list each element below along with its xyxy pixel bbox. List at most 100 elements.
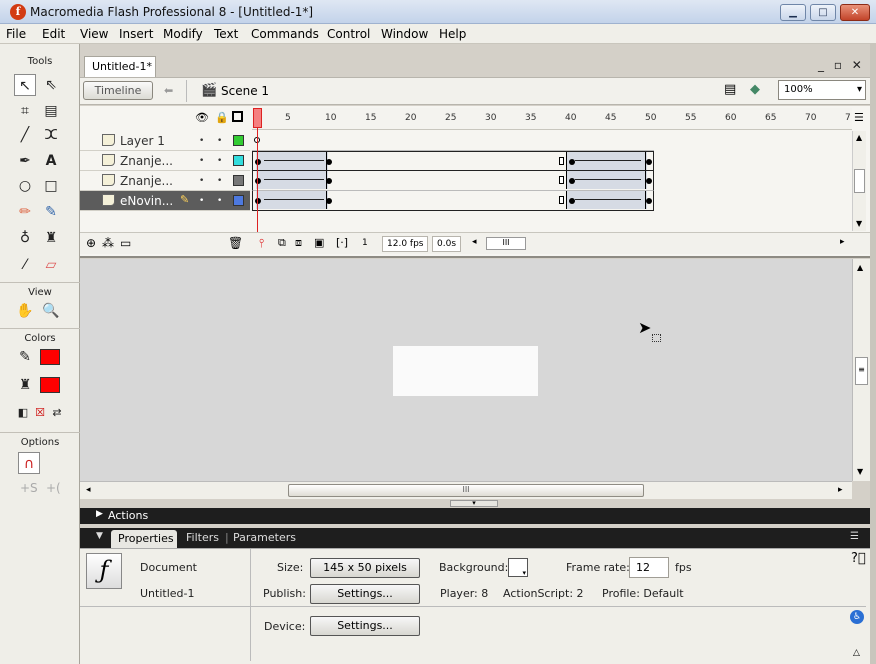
menu-commands[interactable]: Commands <box>251 27 319 41</box>
stage[interactable] <box>393 346 538 396</box>
timeline-menu-icon[interactable]: ☰ <box>854 111 864 124</box>
zoom-select[interactable]: 100% ▾ <box>778 80 866 100</box>
device-settings-button[interactable]: Settings... <box>310 616 420 636</box>
frame-row[interactable] <box>252 151 654 171</box>
stage-hscroll-thumb[interactable]: III <box>288 484 644 497</box>
visibility-dot[interactable]: • <box>199 136 204 146</box>
layer-color-swatch[interactable] <box>233 195 244 206</box>
motion-tween[interactable] <box>256 171 328 189</box>
eye-icon[interactable]: 👁 <box>195 111 209 124</box>
delete-layer-icon[interactable]: 🗑 <box>228 236 243 250</box>
brush-tool-icon[interactable]: ✎ <box>40 201 62 223</box>
layer-color-swatch[interactable] <box>233 155 244 166</box>
fill-color-swatch[interactable] <box>40 377 60 393</box>
menu-view[interactable]: View <box>80 27 108 41</box>
subselection-tool-icon[interactable]: ⇖ <box>40 74 62 96</box>
document-window-controls[interactable]: _ ▫ ✕ <box>818 58 865 72</box>
motion-tween[interactable] <box>256 152 328 170</box>
keyframe[interactable] <box>646 178 652 184</box>
text-tool-icon[interactable]: A <box>40 150 62 172</box>
lock-dot[interactable]: • <box>217 136 222 146</box>
end-frame[interactable] <box>559 176 564 184</box>
menu-file[interactable]: File <box>6 27 26 41</box>
collapse-panel-icon[interactable]: △ <box>853 648 860 658</box>
playhead[interactable] <box>253 108 262 128</box>
end-frame[interactable] <box>559 157 564 165</box>
selection-tool-icon[interactable]: ↖ <box>14 74 36 96</box>
keyframe[interactable] <box>569 178 575 184</box>
end-frame[interactable] <box>559 196 564 204</box>
pencil-tool-icon[interactable]: ✏ <box>14 201 36 223</box>
motion-tween[interactable] <box>567 152 647 170</box>
menu-window[interactable]: Window <box>381 27 428 41</box>
insert-layer-icon[interactable]: ⊕ <box>86 236 96 250</box>
menu-edit[interactable]: Edit <box>42 27 65 41</box>
lock-dot[interactable]: • <box>217 176 222 186</box>
frame-ruler[interactable]: 1 5 10 15 20 25 30 35 40 45 50 55 60 65 … <box>252 108 852 130</box>
edit-symbols-icon[interactable]: ◆ <box>750 82 760 97</box>
lock-dot[interactable]: • <box>217 156 222 166</box>
lock-icon[interactable]: 🔒 <box>215 111 229 124</box>
paint-bucket-tool-icon[interactable]: ♜ <box>40 227 62 249</box>
swap-colors-icon[interactable]: ⇄ <box>46 402 68 424</box>
document-size-button[interactable]: 145 x 50 pixels <box>310 558 420 578</box>
stage-vertical-scrollbar[interactable]: ▲ ≡ ▼ <box>852 259 870 481</box>
keyframe[interactable] <box>255 198 261 204</box>
close-window-button[interactable]: ✕ <box>840 4 870 21</box>
help-icon[interactable]: ?⃝ <box>851 551 866 566</box>
layer-row[interactable]: Znanje... • • <box>80 151 250 171</box>
tab-filters[interactable]: Filters <box>186 531 219 544</box>
lock-dot[interactable]: • <box>217 196 222 206</box>
frame-row[interactable] <box>252 171 654 191</box>
oval-tool-icon[interactable]: ○ <box>14 175 36 197</box>
ink-bottle-tool-icon[interactable]: ♁ <box>14 227 36 249</box>
edit-multiple-frames-icon[interactable]: ▣ <box>314 236 324 249</box>
scroll-thumb[interactable] <box>854 169 865 193</box>
menu-help[interactable]: Help <box>439 27 466 41</box>
visibility-dot[interactable]: • <box>199 156 204 166</box>
hand-tool-icon[interactable]: ✋ <box>14 300 36 322</box>
zoom-tool-icon[interactable]: 🔍 <box>40 300 62 322</box>
minimize-button[interactable]: ▁ <box>780 4 806 21</box>
layer-row[interactable]: Znanje... • • <box>80 171 250 191</box>
motion-tween[interactable] <box>567 191 647 209</box>
onion-skin-icon[interactable]: ⧉ <box>278 236 286 250</box>
timeline-toggle-button[interactable]: Timeline <box>83 81 153 100</box>
actions-panel-header[interactable]: ▶ Actions <box>80 508 870 524</box>
frame-row[interactable] <box>252 131 654 151</box>
back-arrow-icon[interactable]: ⬅ <box>164 84 173 97</box>
eraser-tool-icon[interactable]: ▱ <box>40 254 62 276</box>
layer-row[interactable]: Layer 1 • • <box>80 131 250 151</box>
scroll-left-icon[interactable]: ◂ <box>86 485 91 495</box>
timeline-hscroll-thumb[interactable]: III <box>486 237 526 250</box>
line-tool-icon[interactable]: ╱ <box>14 124 36 146</box>
timeline-vertical-scrollbar[interactable]: ▲ ▼ <box>852 131 866 231</box>
scroll-left-icon[interactable]: ◂ <box>472 237 477 247</box>
add-guide-layer-icon[interactable]: ⁂ <box>102 236 114 250</box>
onion-outlines-icon[interactable]: ⧈ <box>295 236 302 250</box>
maximize-button[interactable]: □ <box>810 4 836 21</box>
scroll-up-icon[interactable]: ▲ <box>856 133 862 142</box>
menu-modify[interactable]: Modify <box>163 27 203 41</box>
document-tab[interactable]: Untitled-1* <box>84 56 156 77</box>
menu-text[interactable]: Text <box>214 27 238 41</box>
eyedropper-tool-icon[interactable]: ⁄ <box>14 254 36 276</box>
fill-transform-tool-icon[interactable]: ▤ <box>40 100 62 122</box>
background-color-swatch[interactable]: ▾ <box>508 558 528 577</box>
panel-collapse-handle[interactable]: ▾ <box>450 500 498 507</box>
scroll-right-icon[interactable]: ▸ <box>840 237 845 247</box>
layer-color-swatch[interactable] <box>233 175 244 186</box>
frame-rate-input[interactable]: 12 <box>629 557 669 578</box>
collapse-arrow-icon[interactable]: ▼ <box>96 531 103 541</box>
keyframe[interactable] <box>255 178 261 184</box>
panel-menu-icon[interactable]: ☰ <box>850 531 859 542</box>
menu-control[interactable]: Control <box>327 27 370 41</box>
insert-folder-icon[interactable]: ▭ <box>120 236 131 250</box>
layer-color-swatch[interactable] <box>233 135 244 146</box>
keyframe[interactable] <box>255 159 261 165</box>
keyframe[interactable] <box>569 159 575 165</box>
motion-tween[interactable] <box>256 191 328 209</box>
modify-markers-icon[interactable]: [·] <box>336 236 348 249</box>
tab-properties[interactable]: Properties <box>111 530 177 548</box>
edit-scene-icon[interactable]: ▤ <box>724 82 736 97</box>
